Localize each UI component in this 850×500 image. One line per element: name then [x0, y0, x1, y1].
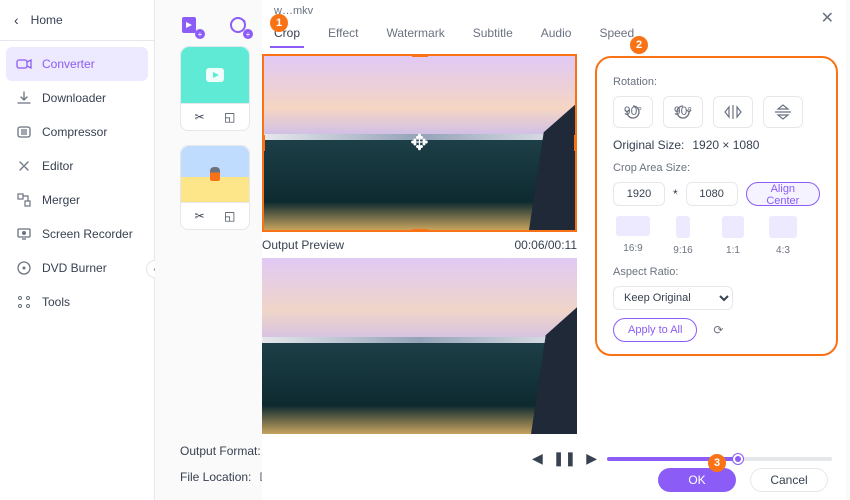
add-file-button[interactable]: +	[180, 14, 202, 36]
ar-4-3[interactable]: 4:3	[763, 216, 803, 256]
add-url-button[interactable]: +	[228, 14, 250, 36]
file-location-label: File Location:	[180, 470, 251, 484]
sidebar-item-label: Editor	[42, 159, 73, 173]
original-size-value: 1920 × 1080	[692, 138, 759, 152]
close-icon[interactable]: ✕	[821, 8, 834, 28]
sidebar-item-downloader[interactable]: Downloader	[6, 81, 148, 115]
clip-card-1[interactable]: ✂ ◱	[180, 46, 250, 131]
svg-text:90°: 90°	[674, 104, 692, 118]
move-handle-icon[interactable]: ✥	[410, 130, 428, 156]
sidebar-item-converter[interactable]: Converter	[6, 47, 148, 81]
sidebar-item-label: Tools	[42, 295, 70, 309]
output-format-label: Output Format:	[180, 444, 261, 458]
rotate-cw-button[interactable]: 90°	[663, 96, 703, 128]
apply-to-all-button[interactable]: Apply to All	[613, 318, 697, 342]
tools-icon	[16, 294, 32, 310]
merger-icon	[16, 192, 32, 208]
reset-icon[interactable]: ⟳	[709, 321, 727, 339]
sidebar-item-editor[interactable]: Editor	[6, 149, 148, 183]
sidebar-item-label: DVD Burner	[42, 261, 107, 275]
screen-recorder-icon	[16, 226, 32, 242]
clip-thumb	[181, 47, 249, 103]
callout-3: 3	[708, 454, 726, 472]
output-preview	[262, 258, 577, 434]
playback-controls: ◀ ❚❚ ▶	[532, 450, 832, 467]
sidebar: ‹ Home Converter Downloader Compressor E…	[0, 0, 155, 500]
sidebar-item-screen-recorder[interactable]: Screen Recorder	[6, 217, 148, 251]
callout-2: 2	[630, 36, 648, 54]
tab-bar: Crop Effect Watermark Subtitle Audio Spe…	[262, 0, 846, 54]
sidebar-item-label: Converter	[42, 57, 95, 71]
callout-1: 1	[270, 14, 288, 32]
flip-vertical-button[interactable]	[763, 96, 803, 128]
tab-audio[interactable]: Audio	[537, 22, 576, 48]
crop-height-input[interactable]	[686, 182, 738, 206]
cancel-button[interactable]: Cancel	[750, 468, 828, 492]
original-size-label: Original Size:	[613, 138, 684, 152]
sidebar-item-label: Downloader	[42, 91, 106, 105]
crop-icon[interactable]: ◱	[224, 209, 235, 223]
ar-1-1[interactable]: 1:1	[713, 216, 753, 256]
tab-effect[interactable]: Effect	[324, 22, 362, 48]
ok-button[interactable]: OK	[658, 468, 736, 492]
cut-icon[interactable]: ✂	[195, 209, 205, 223]
ar-9-16[interactable]: 9:16	[663, 216, 703, 256]
crop-modal: ✕ w…mkv 1 2 3 Crop Effect Watermark Subt…	[262, 0, 846, 500]
clip-card-2[interactable]: ✂ ◱	[180, 145, 250, 230]
dvd-icon	[16, 260, 32, 276]
clip-thumb	[181, 146, 249, 202]
pause-button[interactable]: ❚❚	[553, 450, 576, 467]
download-icon	[16, 90, 32, 106]
tab-watermark[interactable]: Watermark	[382, 22, 448, 48]
rotate-ccw-button[interactable]: 90°	[613, 96, 653, 128]
plus-icon: +	[195, 29, 205, 39]
aspect-ratio-select[interactable]: Keep Original	[613, 286, 733, 310]
output-preview-label: Output Preview	[262, 238, 344, 252]
plus-icon: +	[243, 29, 253, 39]
timeline-thumb[interactable]	[733, 454, 743, 464]
back-icon: ‹	[14, 12, 19, 28]
sidebar-item-label: Compressor	[42, 125, 107, 139]
time-label: 00:06/00:11	[514, 238, 577, 252]
compressor-icon	[16, 124, 32, 140]
crop-settings: Rotation: 90° 90° Original Size: 1920 × …	[595, 56, 838, 356]
home-label: Home	[31, 13, 63, 27]
ar-16-9[interactable]: 16:9	[613, 216, 653, 256]
converter-icon	[16, 56, 32, 72]
crop-area-label: Crop Area Size:	[613, 162, 820, 174]
sidebar-item-dvd-burner[interactable]: DVD Burner	[6, 251, 148, 285]
sidebar-item-compressor[interactable]: Compressor	[6, 115, 148, 149]
tab-subtitle[interactable]: Subtitle	[469, 22, 517, 48]
sidebar-item-merger[interactable]: Merger	[6, 183, 148, 217]
crop-icon[interactable]: ◱	[224, 110, 235, 124]
flip-horizontal-button[interactable]	[713, 96, 753, 128]
cut-icon[interactable]: ✂	[195, 110, 205, 124]
sidebar-item-label: Screen Recorder	[42, 227, 133, 241]
sidebar-item-tools[interactable]: Tools	[6, 285, 148, 319]
prev-button[interactable]: ◀	[532, 450, 543, 467]
aspect-ratio-label: Aspect Ratio:	[613, 266, 820, 278]
crop-width-input[interactable]	[613, 182, 665, 206]
crop-preview[interactable]: ✥	[262, 54, 577, 232]
svg-text:90°: 90°	[624, 104, 642, 118]
sidebar-item-label: Merger	[42, 193, 80, 207]
next-button[interactable]: ▶	[586, 450, 597, 467]
size-sep: *	[673, 187, 678, 201]
align-center-button[interactable]: Align Center	[746, 182, 820, 206]
editor-icon	[16, 158, 32, 174]
sidebar-home[interactable]: ‹ Home	[0, 0, 154, 41]
rotation-label: Rotation:	[613, 76, 820, 88]
